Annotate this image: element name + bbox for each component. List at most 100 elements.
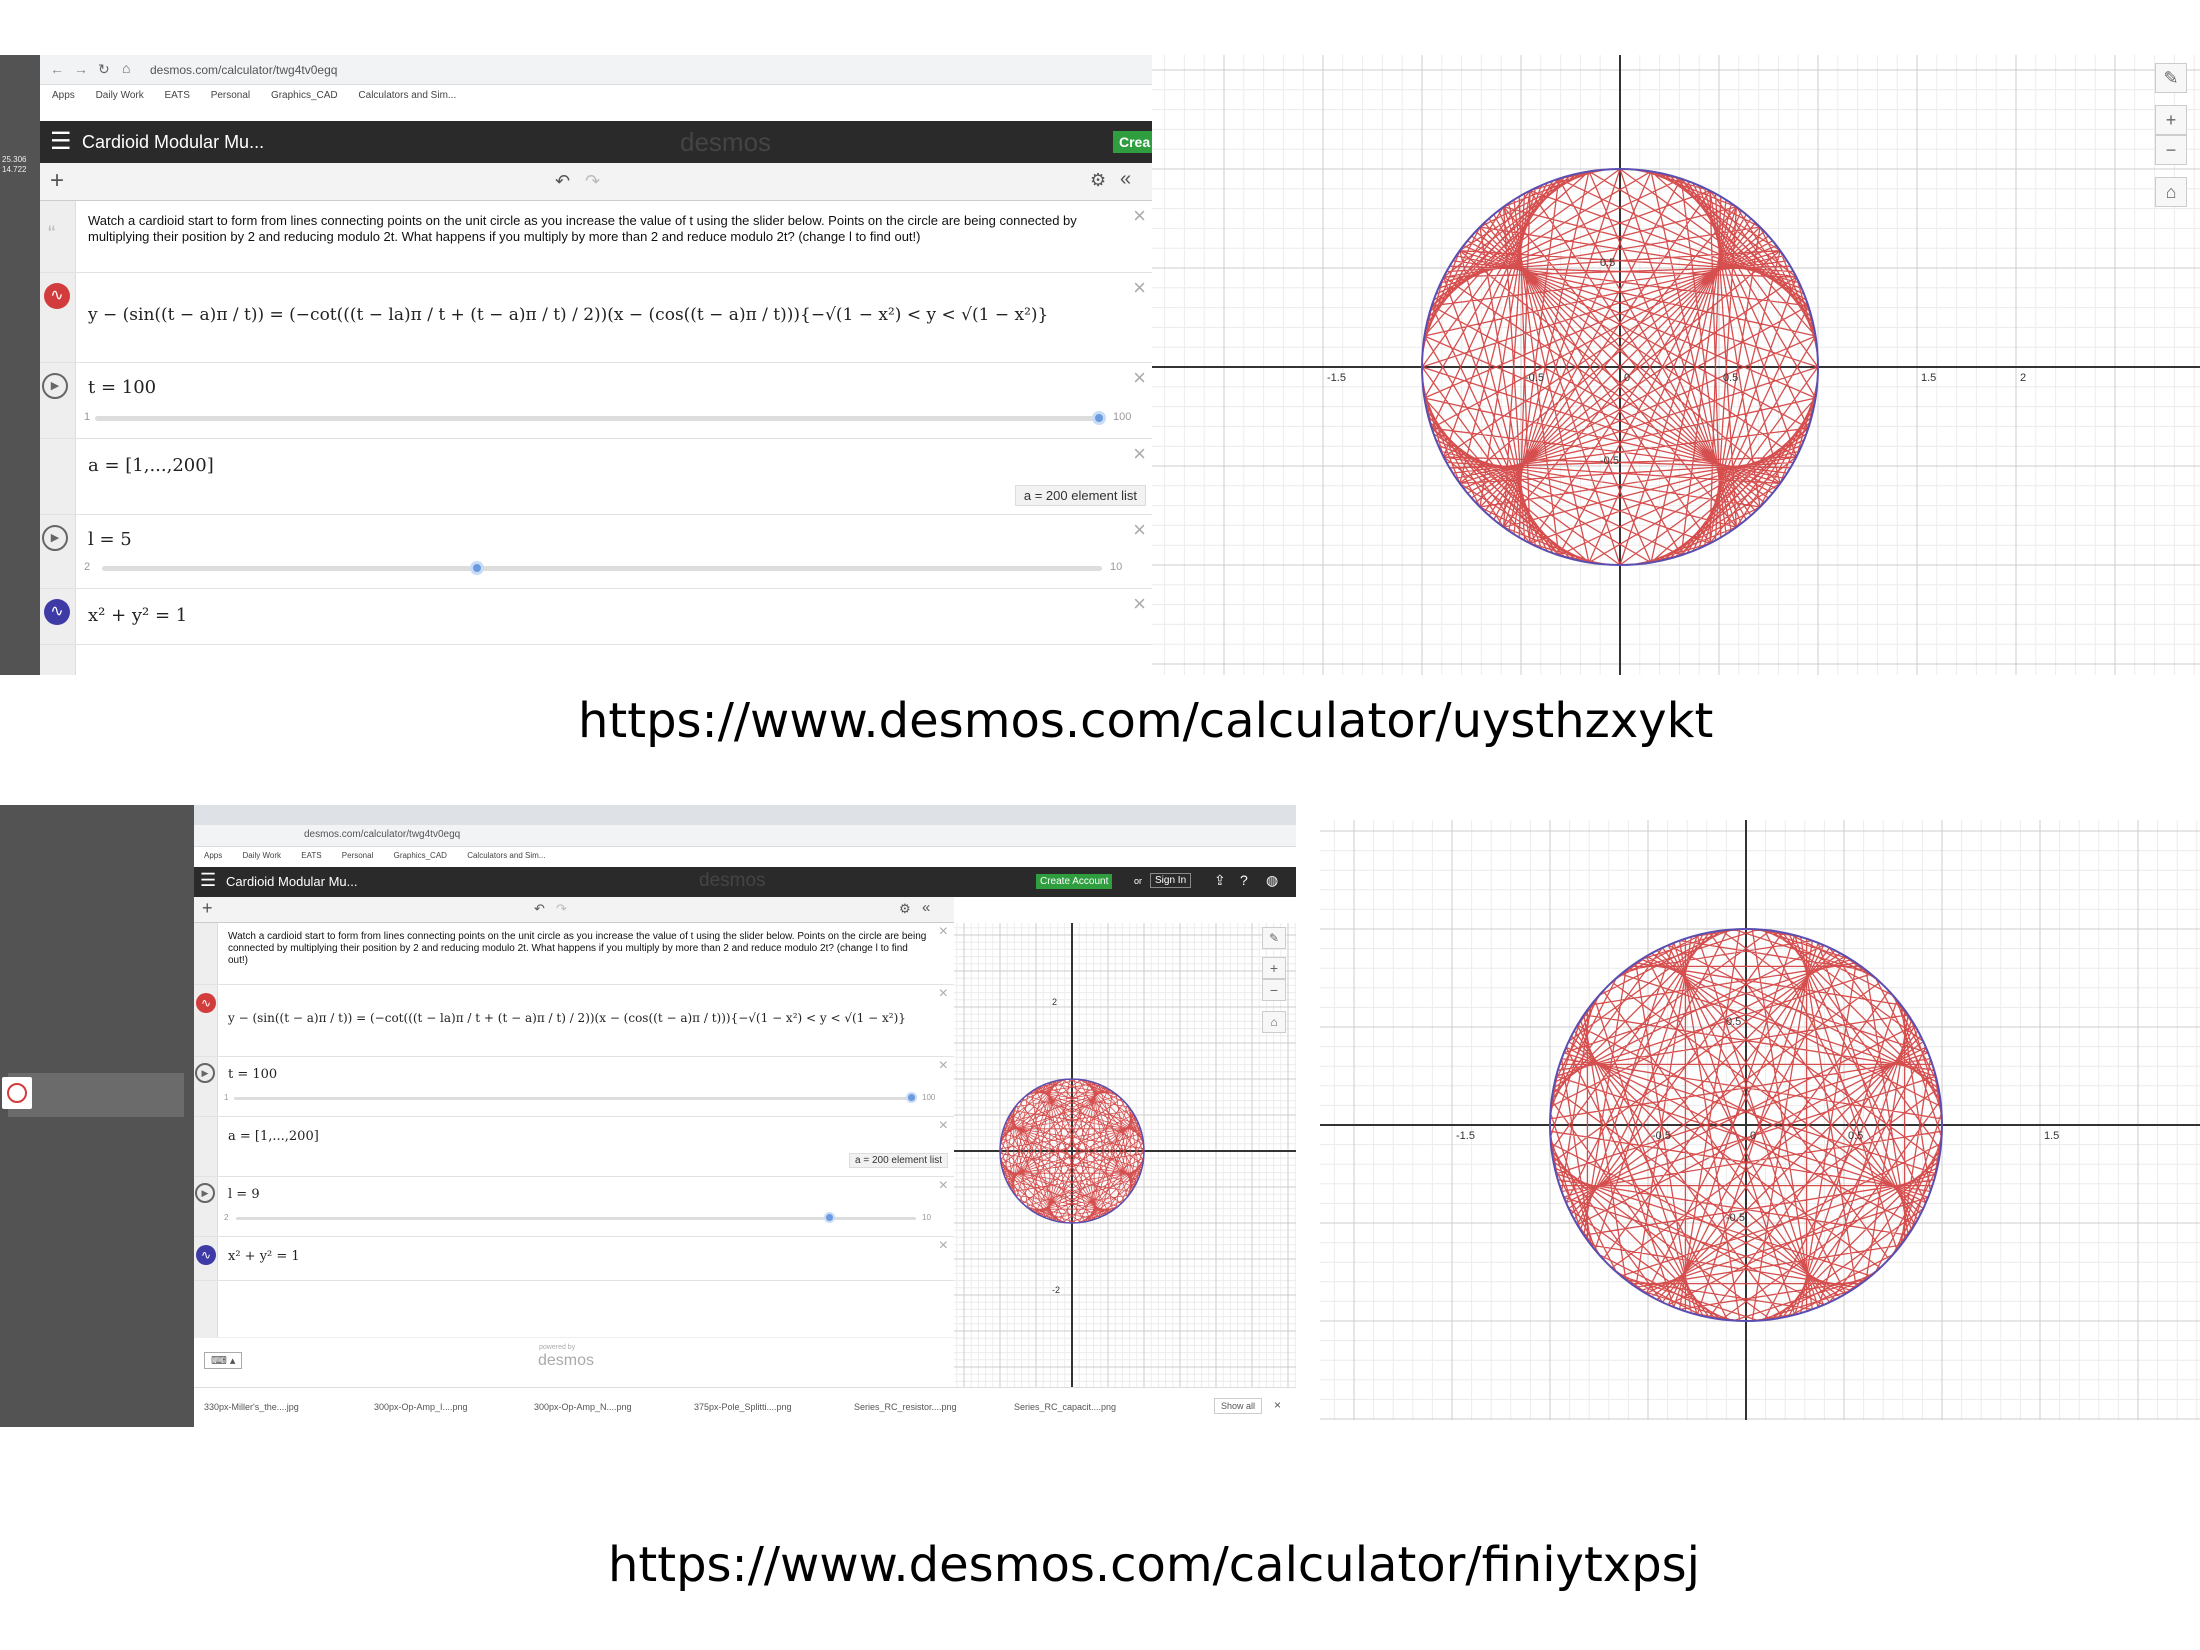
circle-expression[interactable]: x² + y² = 1 xyxy=(88,605,187,626)
note-row[interactable]: “ Watch a cardioid start to form from li… xyxy=(40,201,1152,273)
download-item[interactable]: 375px-Pole_Splitti....png xyxy=(694,1402,792,1412)
play-icon[interactable]: ▶ xyxy=(42,525,68,551)
close-downloads-icon[interactable]: × xyxy=(1274,1398,1281,1412)
bookmark[interactable]: Graphics_CAD xyxy=(271,90,338,101)
browser-address-bar[interactable]: desmos.com/calculator/twg4tv0egq xyxy=(194,825,1296,847)
delete-expression-icon[interactable]: × xyxy=(939,1057,948,1075)
delete-expression-icon[interactable]: × xyxy=(1133,441,1146,467)
menu-icon[interactable]: ☰ xyxy=(200,870,216,891)
l-slider-track[interactable] xyxy=(236,1217,916,1220)
empty-expression-row[interactable] xyxy=(194,1281,954,1337)
address-text[interactable]: desmos.com/calculator/twg4tv0egq xyxy=(150,63,337,77)
delete-expression-icon[interactable]: × xyxy=(939,1237,948,1255)
browser-address-bar[interactable]: ← → ↻ ⌂ desmos.com/calculator/twg4tv0egq xyxy=(40,55,1152,85)
play-icon[interactable]: ▶ xyxy=(195,1183,215,1203)
help-icon[interactable]: ? xyxy=(1240,872,1248,888)
layer-item[interactable] xyxy=(8,1073,184,1117)
create-account-button[interactable]: Create Account xyxy=(1036,874,1113,889)
delete-expression-icon[interactable]: × xyxy=(1133,517,1146,543)
home-icon[interactable]: ⌂ xyxy=(122,60,130,76)
play-icon[interactable]: ▶ xyxy=(42,373,68,399)
small-graph-panel[interactable]: 2 -2 ✎ + − ⌂ xyxy=(954,923,1296,1387)
top-graph-panel[interactable]: -1.5 -0.5 0 0.5 1.5 2 0.5 -0.5 ✎ + − ⌂ xyxy=(1152,55,2200,675)
expression-row-lines[interactable]: ∿ y − (sin((t − a)π / t)) = (−cot(((t − … xyxy=(194,985,954,1057)
home-view-icon[interactable]: ⌂ xyxy=(2155,177,2187,207)
red-line-color-icon[interactable]: ∿ xyxy=(44,283,70,309)
globe-icon[interactable]: ◍ xyxy=(1266,872,1278,889)
t-slider-handle[interactable] xyxy=(1092,411,1106,425)
expression-row-lines[interactable]: ∿ y − (sin((t − a)π / t)) = (−cot(((t − … xyxy=(40,273,1152,363)
gear-icon[interactable]: ⚙ xyxy=(899,901,911,917)
red-line-color-icon[interactable]: ∿ xyxy=(196,993,216,1013)
l-slider-handle[interactable] xyxy=(824,1212,835,1223)
bottom-graph-canvas[interactable]: -1.5 -0.5 0 0.5 1.5 0.5 -0.5 xyxy=(1320,820,2200,1420)
delete-expression-icon[interactable]: × xyxy=(939,923,948,941)
purple-curve-color-icon[interactable]: ∿ xyxy=(196,1245,216,1265)
delete-expression-icon[interactable]: × xyxy=(939,985,948,1003)
show-all-button[interactable]: Show all xyxy=(1214,1398,1263,1414)
play-icon[interactable]: ▶ xyxy=(195,1063,215,1083)
expression-row-t[interactable]: ▶ t = 100 1 100 × xyxy=(40,363,1152,439)
redo-icon[interactable]: ↷ xyxy=(585,171,600,192)
delete-expression-icon[interactable]: × xyxy=(1133,591,1146,617)
t-expression[interactable]: t = 100 xyxy=(228,1067,277,1082)
delete-expression-icon[interactable]: × xyxy=(1133,203,1146,229)
expression-row-t[interactable]: ▶ t = 100 1 100 × xyxy=(194,1057,954,1117)
bookmark[interactable]: Daily Work xyxy=(242,851,281,860)
t-slider-track[interactable] xyxy=(95,416,1105,421)
circle-expression[interactable]: x² + y² = 1 xyxy=(228,1249,300,1264)
zoom-in-icon[interactable]: + xyxy=(2155,105,2187,135)
bookmark[interactable]: EATS xyxy=(301,851,321,860)
expression-row-l[interactable]: ▶ l = 9 2 10 × xyxy=(194,1177,954,1237)
delete-expression-icon[interactable]: × xyxy=(1133,365,1146,391)
bookmark[interactable]: Apps xyxy=(204,851,222,860)
bottom-graph-panel[interactable]: -1.5 -0.5 0 0.5 1.5 0.5 -0.5 xyxy=(1320,820,2200,1420)
add-expression-icon[interactable]: + xyxy=(50,167,64,195)
t-slider-track[interactable] xyxy=(234,1097,914,1100)
expression-row-l[interactable]: ▶ l = 5 2 10 × xyxy=(40,515,1152,589)
t-expression[interactable]: t = 100 xyxy=(88,377,156,398)
collapse-icon[interactable]: « xyxy=(922,899,930,916)
download-item[interactable]: Series_RC_capacit....png xyxy=(1014,1402,1116,1412)
home-view-icon[interactable]: ⌂ xyxy=(1262,1011,1286,1033)
bookmark[interactable]: Personal xyxy=(211,90,250,101)
zoom-out-icon[interactable]: − xyxy=(1262,979,1286,1001)
bookmark[interactable]: EATS xyxy=(165,90,190,101)
bookmark[interactable]: Calculators and Sim... xyxy=(467,851,545,860)
gear-icon[interactable]: ⚙ xyxy=(1090,170,1106,191)
expression-row-circle[interactable]: ∿ x² + y² = 1 × xyxy=(194,1237,954,1281)
empty-expression-row[interactable] xyxy=(40,645,1152,675)
download-item[interactable]: 330px-Miller's_the....jpg xyxy=(204,1402,299,1412)
line-expression[interactable]: y − (sin((t − a)π / t)) = (−cot(((t − la… xyxy=(88,305,1048,325)
wrench-icon[interactable]: ✎ xyxy=(2155,63,2187,93)
address-text[interactable]: desmos.com/calculator/twg4tv0egq xyxy=(304,829,460,840)
purple-curve-color-icon[interactable]: ∿ xyxy=(44,599,70,625)
download-item[interactable]: 300px-Op-Amp_I....png xyxy=(374,1402,468,1412)
bookmark[interactable]: Apps xyxy=(52,90,75,101)
bookmark[interactable]: Calculators and Sim... xyxy=(358,90,456,101)
zoom-out-icon[interactable]: − xyxy=(2155,135,2187,165)
graph-title[interactable]: Cardioid Modular Mu... xyxy=(82,132,264,153)
a-expression[interactable]: a = [1,...,200] xyxy=(88,455,214,476)
add-expression-icon[interactable]: + xyxy=(202,898,213,919)
delete-expression-icon[interactable]: × xyxy=(1133,275,1146,301)
keyboard-icon[interactable]: ⌨ ▴ xyxy=(204,1352,243,1369)
note-row[interactable]: Watch a cardioid start to form from line… xyxy=(194,923,954,985)
menu-icon[interactable]: ☰ xyxy=(50,127,72,156)
zoom-in-icon[interactable]: + xyxy=(1262,957,1286,979)
small-graph-canvas[interactable]: 2 -2 xyxy=(954,923,1296,1387)
bookmark[interactable]: Personal xyxy=(342,851,374,860)
share-icon[interactable]: ⇪ xyxy=(1214,872,1226,889)
download-item[interactable]: 300px-Op-Amp_N....png xyxy=(534,1402,632,1412)
undo-icon[interactable]: ↶ xyxy=(534,901,545,917)
delete-expression-icon[interactable]: × xyxy=(939,1177,948,1195)
download-item[interactable]: Series_RC_resistor....png xyxy=(854,1402,957,1412)
line-expression[interactable]: y − (sin((t − a)π / t)) = (−cot(((t − la… xyxy=(228,1011,906,1025)
graph-title[interactable]: Cardioid Modular Mu... xyxy=(226,874,358,889)
sign-in-button[interactable]: Sign In xyxy=(1150,873,1192,888)
l-slider-handle[interactable] xyxy=(470,561,484,575)
nav-back-icon[interactable]: ← xyxy=(50,61,64,77)
wrench-icon[interactable]: ✎ xyxy=(1262,927,1286,949)
undo-icon[interactable]: ↶ xyxy=(555,171,570,192)
collapse-icon[interactable]: « xyxy=(1120,168,1131,191)
